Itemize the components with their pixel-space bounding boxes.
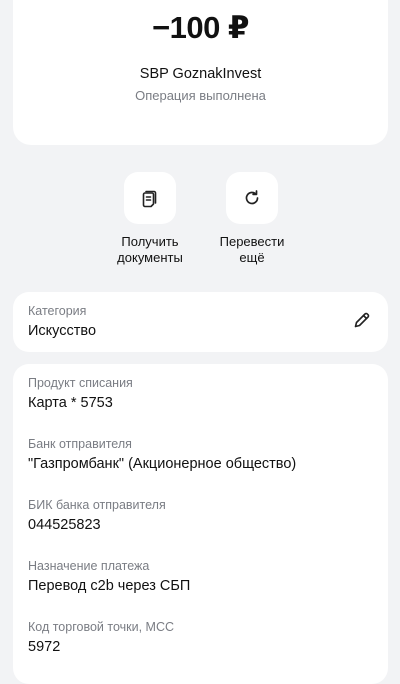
detail-value: Перевод c2b через СБП xyxy=(28,578,191,594)
detail-value: 044525823 xyxy=(28,517,101,533)
category-card: Категория Искусство xyxy=(13,292,388,352)
detail-label: Продукт списания xyxy=(28,376,133,390)
detail-item-bik: БИК банка отправителя 044525823 xyxy=(28,498,166,533)
repeat-icon xyxy=(226,172,278,224)
merchant-name: SBP GoznakInvest xyxy=(139,66,262,82)
detail-label: БИК банка отправителя xyxy=(28,498,166,512)
category-field: Категория Искусство xyxy=(28,304,96,339)
detail-label: Назначение платежа xyxy=(28,559,150,573)
category-label: Категория xyxy=(28,304,87,318)
operation-summary-card: −100 ₽ SBP GoznakInvest Операция выполне… xyxy=(13,0,388,145)
get-documents-button[interactable]: Получить документы xyxy=(95,172,205,266)
edit-category-button[interactable] xyxy=(350,310,374,334)
detail-value: "Газпромбанк" (Акционерное общество) xyxy=(28,456,297,472)
detail-label: Банк отправителя xyxy=(28,437,132,451)
get-documents-label: Получить документы xyxy=(117,234,183,265)
detail-value: 5972 xyxy=(28,639,61,655)
detail-item-purpose: Назначение платежа Перевод c2b через СБП xyxy=(28,559,190,594)
transfer-again-label: Перевести ещё xyxy=(219,234,285,265)
detail-item-sender-bank: Банк отправителя "Газпромбанк" (Акционер… xyxy=(28,437,296,472)
transfer-again-button[interactable]: Перевести ещё xyxy=(197,172,307,266)
operation-status: Операция выполнена xyxy=(135,88,266,103)
operation-amount: −100 ₽ xyxy=(151,10,250,45)
pencil-icon xyxy=(352,310,372,335)
document-icon xyxy=(124,172,176,224)
operation-details-card: Продукт списания Карта * 5753 Банк отпра… xyxy=(13,364,388,684)
detail-item-product: Продукт списания Карта * 5753 xyxy=(28,376,133,411)
category-value: Искусство xyxy=(28,323,97,339)
detail-item-mcc: Код торговой точки, МСС 5972 xyxy=(28,620,174,655)
detail-label: Код торговой точки, МСС xyxy=(28,620,174,634)
detail-value: Карта * 5753 xyxy=(28,395,113,411)
